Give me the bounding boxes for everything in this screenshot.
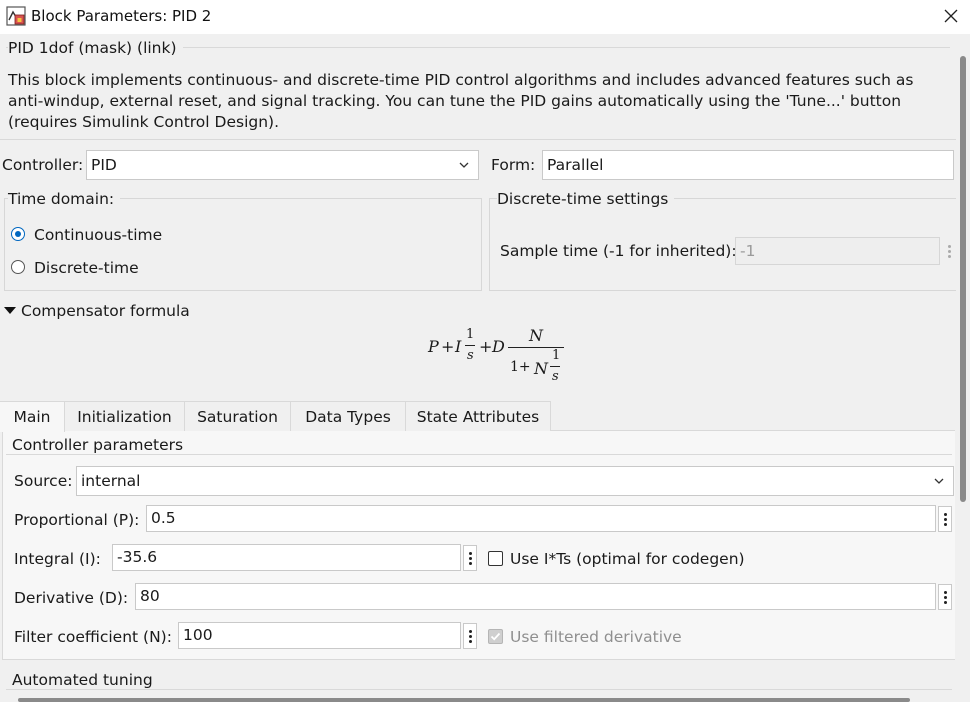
compensator-formula-title[interactable]: Compensator formula (21, 302, 190, 320)
fraction-bar (465, 345, 475, 346)
derivative-label: Derivative (D): (14, 589, 129, 607)
close-icon (944, 9, 958, 23)
use-its-label[interactable]: Use I*Ts (optimal for codegen) (510, 550, 745, 568)
form-field[interactable]: Parallel (542, 150, 954, 180)
form-label: Form: (491, 156, 536, 174)
controller-label: Controller: (2, 156, 84, 174)
formula-i: I (455, 337, 462, 356)
formula-s: s (552, 369, 559, 384)
mask-group-title: PID 1dof (mask) (link) (8, 39, 183, 57)
chevron-down-icon (934, 478, 944, 484)
formula-s: s (467, 348, 474, 363)
formula-one: 1 (552, 348, 561, 363)
use-its-checkbox[interactable] (488, 551, 503, 566)
integral-menu-icon[interactable] (463, 545, 477, 571)
continuous-time-radio[interactable] (11, 227, 25, 241)
formula-one-plus: 1+ (510, 359, 531, 375)
source-label: Source: (14, 472, 73, 490)
controller-value: PID (91, 156, 117, 174)
formula-plus: + (441, 337, 455, 356)
compensator-formula: P + I 1 s + D N 1+ N 1 s (428, 324, 568, 392)
section-divider (0, 139, 956, 140)
close-button[interactable] (936, 2, 966, 30)
checkmark-icon (490, 632, 501, 641)
tab-initialization[interactable]: Initialization (64, 401, 185, 431)
chevron-down-icon (459, 162, 469, 168)
formula-p: P (428, 337, 439, 356)
source-dropdown[interactable]: internal (76, 466, 954, 496)
proportional-field[interactable]: 0.5 (146, 505, 936, 532)
group-divider (6, 689, 952, 690)
source-value: internal (81, 472, 141, 490)
sample-time-field[interactable]: -1 (735, 237, 940, 265)
collapse-triangle-icon[interactable] (4, 305, 16, 317)
use-filtered-derivative-checkbox[interactable] (488, 629, 503, 644)
discrete-settings-title: Discrete-time settings (497, 190, 675, 208)
formula-plus: + (479, 337, 493, 356)
simulink-block-icon (6, 6, 26, 26)
sample-time-menu-icon[interactable] (945, 243, 953, 259)
tab-state-attributes[interactable]: State Attributes (405, 401, 551, 431)
formula-d: D (492, 337, 505, 356)
proportional-label: Proportional (P): (14, 511, 140, 529)
tab-saturation[interactable]: Saturation (184, 401, 291, 431)
window-title: Block Parameters: PID 2 (31, 7, 212, 25)
continuous-time-label[interactable]: Continuous-time (34, 226, 162, 244)
scrollbar-thumb[interactable] (960, 56, 966, 502)
discrete-time-label[interactable]: Discrete-time (34, 259, 139, 277)
derivative-menu-icon[interactable] (938, 584, 952, 610)
formula-one: 1 (466, 327, 475, 342)
title-bar: Block Parameters: PID 2 (0, 0, 970, 34)
filter-coefficient-field[interactable]: 100 (178, 622, 461, 649)
tab-main[interactable]: Main (0, 401, 65, 432)
filter-coefficient-label: Filter coefficient (N): (14, 628, 172, 646)
sample-time-label: Sample time (-1 for inherited): (500, 242, 737, 260)
filter-coefficient-menu-icon[interactable] (463, 623, 477, 649)
time-domain-label: Time domain: (8, 190, 121, 208)
group-divider (6, 454, 952, 455)
formula-n: N (529, 326, 543, 345)
integral-field[interactable]: -35.6 (112, 544, 461, 571)
formula-n: N (534, 359, 548, 378)
controller-parameters-title: Controller parameters (12, 436, 190, 454)
discrete-time-radio[interactable] (11, 260, 25, 274)
tab-data-types[interactable]: Data Types (290, 401, 406, 431)
automated-tuning-title: Automated tuning (12, 671, 159, 689)
block-description: This block implements continuous- and di… (8, 71, 914, 131)
fraction-bar (550, 366, 560, 367)
derivative-field[interactable]: 80 (135, 583, 936, 610)
horizontal-scrollbar-thumb[interactable] (18, 698, 910, 702)
controller-dropdown[interactable]: PID (86, 150, 479, 180)
integral-label: Integral (I): (14, 550, 101, 568)
proportional-menu-icon[interactable] (938, 506, 952, 532)
use-filtered-derivative-label: Use filtered derivative (510, 628, 682, 646)
time-domain-panel (4, 198, 482, 291)
